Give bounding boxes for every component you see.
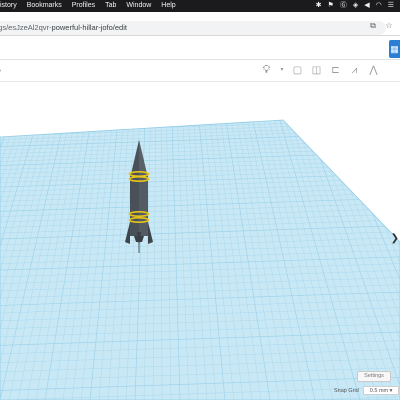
workplane-settings-button[interactable]: Settings [357,371,391,382]
menu-profiles[interactable]: Profiles [72,0,95,12]
duplicate-icon[interactable]: ◫ [310,64,323,77]
install-icon[interactable]: ⧉ [368,21,378,31]
undo-icon[interactable]: › [0,65,1,76]
bookmark-star-icon[interactable]: ☆ [384,21,394,31]
group-icon[interactable]: ⋀ [367,64,380,77]
snap-grid-control: Snap Grid 0.5 mm ▾ [334,386,400,395]
g-icon[interactable]: Ⓖ [340,0,347,12]
collapse-panel-icon[interactable]: ❯ [391,233,399,244]
shield-icon[interactable]: ◈ [353,0,358,12]
url-prefix: ngs/esJzeAl2qvr- [0,23,52,32]
toolbar-tools: 💡︎ ▾ ▢ ◫ ⊏ ⩘ ⋀ [260,64,380,77]
menu-bookmarks[interactable]: Bookmarks [27,0,62,12]
workplane-canvas[interactable] [0,82,400,400]
menu-window[interactable]: Window [126,0,151,12]
menu-history[interactable]: istory [0,0,17,12]
editor-toolbar: › 💡︎ ▾ ▢ ◫ ⊏ ⩘ ⋀ [0,60,400,82]
volume-icon[interactable]: ◀ [364,0,369,12]
wifi-icon[interactable]: ◠ [376,0,382,12]
control-center-icon[interactable]: ☰ [388,0,394,12]
menu-help[interactable]: Help [161,0,175,12]
menu-tab[interactable]: Tab [105,0,116,12]
snap-grid-value: 0.5 mm [369,388,389,394]
app-header [0,36,400,60]
copy-icon[interactable]: ▢ [291,64,304,77]
mirror-icon[interactable]: ⩘ [348,64,361,77]
status-area: ✱ ⚑ Ⓖ ◈ ◀ ◠ ☰ [310,0,394,12]
dropdown-chevron-icon[interactable]: ▾ [279,64,285,77]
apps-grid-button[interactable]: ▦ [389,40,400,58]
snap-grid-label: Snap Grid [334,387,359,394]
address-bar-icons: ⧉ ☆ [368,21,394,31]
align-icon[interactable]: ⊏ [329,64,342,77]
url-path: powerful-hillar-jofo/edit [51,23,127,32]
app-window: istory Bookmarks Profiles Tab Window Hel… [0,0,400,400]
workplane-svg[interactable] [0,82,400,400]
url-text[interactable]: ngs/esJzeAl2qvr-powerful-hillar-jofo/edi… [0,23,127,32]
bluetooth-icon[interactable]: ✱ [316,0,322,12]
flag-icon[interactable]: ⚑ [328,0,334,12]
lightbulb-icon[interactable]: 💡︎ [260,64,273,77]
address-bar: ngs/esJzeAl2qvr-powerful-hillar-jofo/edi… [0,20,400,36]
url-box[interactable]: ngs/esJzeAl2qvr-powerful-hillar-jofo/edi… [0,21,386,35]
menu-bar: istory Bookmarks Profiles Tab Window Hel… [0,0,400,12]
grid-icon: ▦ [390,44,399,54]
workplane-grid[interactable] [0,119,400,400]
snap-grid-select[interactable]: 0.5 mm ▾ [362,386,400,395]
